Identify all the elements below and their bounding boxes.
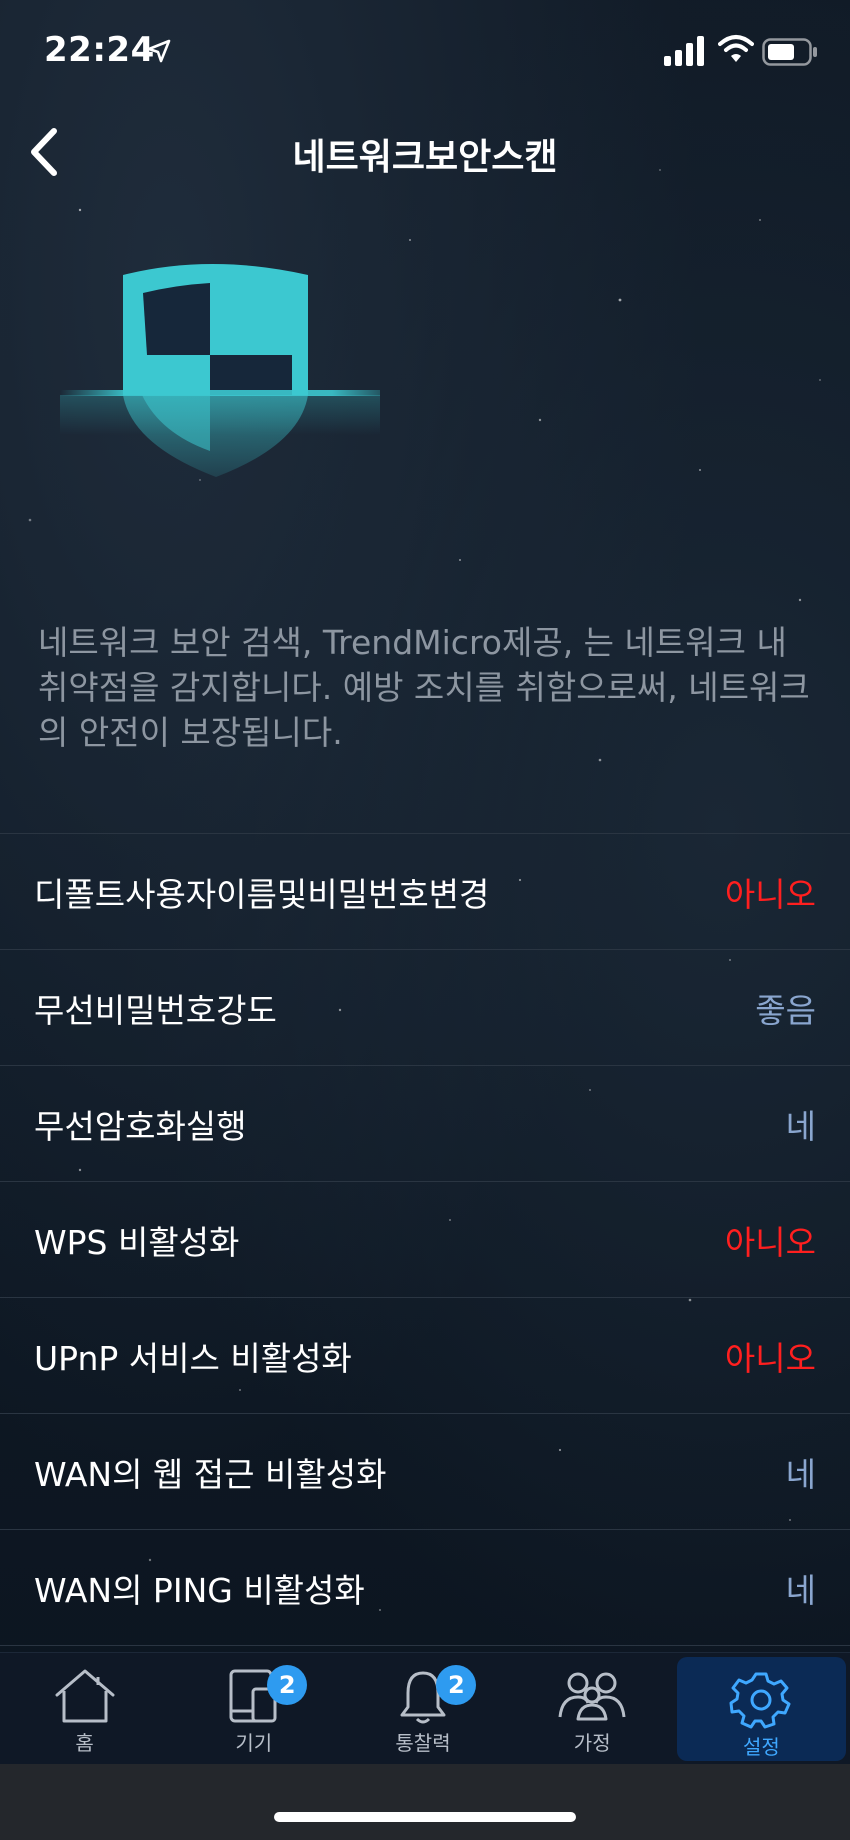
insight-badge: 2 [436,1665,477,1705]
item-label: 무선비밀번호강도 [34,990,277,1030]
family-icon [558,1672,626,1721]
network-security-scan-screen: 22:24 네트워크보안스캔 네트워크 보안 검색, TrendMicro제공,… [0,0,850,1840]
item-label: WPS 비활성화 [34,1222,240,1262]
bottom-tab-bar: 홈 기기 2 통찰력 2 가정 설정 [0,1652,850,1764]
tab-family-label: 가정 [573,1731,611,1755]
cellular-signal-icon [664,36,704,66]
status-bar: 22:24 [0,0,850,100]
tab-home-label: 홈 [75,1731,94,1755]
list-item-default-credentials[interactable]: 디폴트사용자이름및비밀번호변경 아니오 [0,834,850,950]
home-indicator-area [0,1764,850,1840]
page-title: 네트워크보안스캔 [292,137,558,178]
gear-icon [729,1672,791,1729]
tab-family[interactable]: 가정 [508,1653,677,1765]
list-item-wireless-password-strength[interactable]: 무선비밀번호강도 좋음 [0,950,850,1066]
tab-settings-label: 설정 [743,1735,780,1759]
item-status: 좋음 [755,990,816,1030]
item-status: 아니오 [724,1222,816,1262]
tab-home[interactable]: 홈 [0,1653,169,1765]
list-item-wireless-encryption[interactable]: 무선암호화실행 네 [0,1066,850,1182]
item-status: 아니오 [724,874,816,914]
battery-icon [762,38,817,66]
scan-description: 네트워크 보안 검색, TrendMicro제공, 는 네트워크 내 취약점을 … [38,623,810,752]
devices-badge: 2 [267,1665,308,1705]
item-label: 디폴트사용자이름및비밀번호변경 [34,874,490,914]
home-indicator[interactable] [274,1812,576,1822]
item-label: UPnP 서비스 비활성화 [34,1338,352,1378]
nav-header: 네트워크보안스캔 [0,110,850,190]
tab-insight-label: 통찰력 [395,1731,451,1755]
item-label: WAN의 웹 접근 비활성화 [34,1454,387,1494]
tab-settings[interactable]: 설정 [676,1657,847,1761]
item-status: 네 [785,1570,816,1610]
security-check-list: 디폴트사용자이름및비밀번호변경 아니오 무선비밀번호강도 좋음 무선암호화실행 … [0,833,850,1646]
home-icon [55,1669,115,1723]
status-time: 22:24 [44,30,155,70]
item-status: 네 [785,1454,816,1494]
list-item-upnp-disabled[interactable]: UPnP 서비스 비활성화 아니오 [0,1298,850,1414]
item-status: 아니오 [724,1338,816,1378]
tab-devices[interactable]: 기기 2 [169,1653,338,1765]
location-arrow-icon [147,39,171,63]
tab-insight[interactable]: 통찰력 2 [338,1653,507,1765]
item-label: WAN의 PING 비활성화 [34,1570,365,1610]
list-item-wan-web-access-disabled[interactable]: WAN의 웹 접근 비활성화 네 [0,1414,850,1530]
item-status: 네 [785,1106,816,1146]
list-item-wps-disabled[interactable]: WPS 비활성화 아니오 [0,1182,850,1298]
item-label: 무선암호화실행 [34,1106,247,1146]
wifi-icon [718,35,754,62]
list-item-wan-ping-disabled[interactable]: WAN의 PING 비활성화 네 [0,1530,850,1646]
security-shield-icon [60,264,380,477]
tab-devices-label: 기기 [235,1731,273,1755]
